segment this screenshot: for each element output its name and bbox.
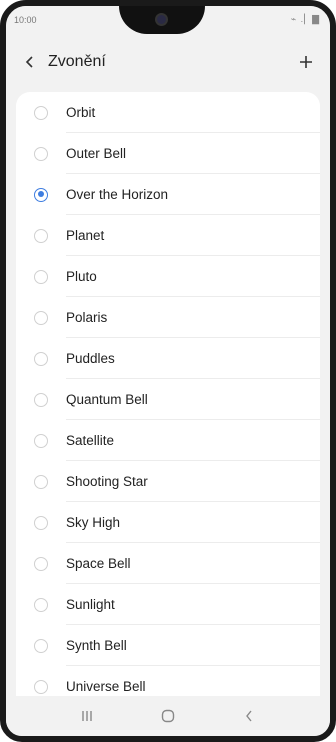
ringtone-label: Polaris: [66, 310, 108, 325]
phone-frame: 10:00 ⌁ .▏▇ Zvonění Orbit Outer Bell Over …: [0, 0, 336, 742]
ringtone-label: Universe Bell: [66, 679, 146, 694]
page-title: Zvonění: [48, 53, 106, 70]
ringtone-item[interactable]: Puddles: [16, 338, 320, 379]
ringtone-item[interactable]: Orbit: [16, 92, 320, 133]
radio-unselected-icon[interactable]: [34, 679, 48, 694]
radio-unselected-icon[interactable]: [34, 269, 48, 284]
nav-back-icon[interactable]: [234, 701, 264, 731]
plus-icon[interactable]: [292, 48, 320, 76]
ringtone-item[interactable]: Satellite: [16, 420, 320, 461]
ringtone-item[interactable]: Outer Bell: [16, 133, 320, 174]
radio-unselected-icon[interactable]: [34, 392, 48, 407]
ringtone-label: Pluto: [66, 269, 97, 284]
app-bar: Zvonění: [6, 38, 330, 86]
ringtone-label: Synth Bell: [66, 638, 127, 653]
radio-unselected-icon[interactable]: [34, 146, 48, 161]
ringtone-label: Quantum Bell: [66, 392, 148, 407]
ringtone-label: Outer Bell: [66, 146, 127, 161]
ringtone-item[interactable]: Planet: [16, 215, 320, 256]
radio-unselected-icon[interactable]: [34, 474, 48, 489]
ringtone-item[interactable]: Sunlight: [16, 584, 320, 625]
radio-unselected-icon[interactable]: [34, 105, 48, 120]
radio-unselected-icon[interactable]: [34, 433, 48, 448]
radio-unselected-icon[interactable]: [34, 597, 48, 612]
ringtone-item[interactable]: Over the Horizon: [16, 174, 320, 215]
ringtone-label: Over the Horizon: [66, 187, 169, 202]
ringtone-item[interactable]: Synth Bell: [16, 625, 320, 666]
radio-unselected-icon[interactable]: [34, 228, 48, 243]
status-time: 10:00: [14, 15, 37, 25]
radio-unselected-icon[interactable]: [34, 556, 48, 571]
ringtone-label: Sky High: [66, 515, 121, 530]
home-icon[interactable]: [153, 701, 183, 731]
ringtone-label: Planet: [66, 228, 105, 243]
chevron-left-icon[interactable]: [16, 48, 44, 76]
ringtone-label: Orbit: [66, 105, 96, 120]
ringtone-label: Puddles: [66, 351, 115, 366]
ringtone-label: Shooting Star: [66, 474, 148, 489]
ringtone-item[interactable]: Pluto: [16, 256, 320, 297]
ringtone-item[interactable]: Polaris: [16, 297, 320, 338]
navigation-bar: [6, 696, 330, 736]
ringtone-label: Space Bell: [66, 556, 131, 571]
radio-unselected-icon[interactable]: [34, 638, 48, 653]
ringtone-item[interactable]: Shooting Star: [16, 461, 320, 502]
ringtone-item[interactable]: Sky High: [16, 502, 320, 543]
ringtone-item[interactable]: Space Bell: [16, 543, 320, 584]
front-camera: [155, 13, 168, 26]
radio-unselected-icon[interactable]: [34, 351, 48, 366]
radio-unselected-icon[interactable]: [34, 310, 48, 325]
ringtone-list: Orbit Outer Bell Over the Horizon Planet Plu…: [16, 92, 320, 704]
radio-unselected-icon[interactable]: [34, 515, 48, 530]
recents-icon[interactable]: [72, 701, 102, 731]
ringtone-label: Sunlight: [66, 597, 115, 612]
ringtone-label: Satellite: [66, 433, 115, 448]
radio-selected-icon[interactable]: [34, 187, 48, 202]
ringtone-item[interactable]: Quantum Bell: [16, 379, 320, 420]
status-icons: ⌁ .▏▇: [290, 14, 320, 24]
